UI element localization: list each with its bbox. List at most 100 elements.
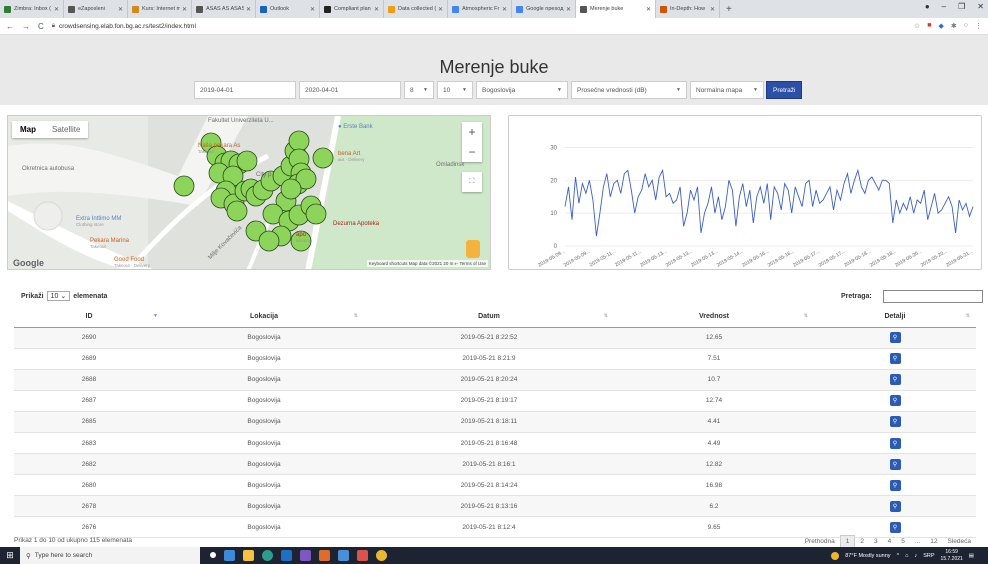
extension-red-icon[interactable]: ■ bbox=[927, 22, 931, 30]
word-icon[interactable] bbox=[281, 550, 292, 561]
details-search-icon[interactable]: ⚲ bbox=[889, 374, 901, 386]
browser-tab[interactable]: Outlook ✕ bbox=[256, 0, 320, 18]
details-search-icon[interactable]: ⚲ bbox=[889, 332, 901, 344]
hour-to-select[interactable]: 10 ▼ bbox=[437, 81, 473, 99]
noise-marker[interactable] bbox=[280, 178, 302, 200]
tab-close-icon[interactable]: ✕ bbox=[246, 6, 251, 13]
tab-close-icon[interactable]: ✕ bbox=[182, 6, 187, 13]
windows-start-icon[interactable]: ⊞ bbox=[0, 547, 20, 564]
tab-close-icon[interactable]: ✕ bbox=[646, 6, 651, 13]
column-header[interactable]: Lokacija ⇅ bbox=[164, 307, 364, 328]
map-type-satellite-button[interactable]: Satellite bbox=[44, 121, 88, 138]
browser-tab[interactable]: Zimbra: Inbox (✕ bbox=[0, 0, 64, 18]
map-label-apo[interactable]: apo armacy bbox=[296, 232, 311, 243]
details-search-icon[interactable]: ⚲ bbox=[889, 479, 901, 491]
date-from-input[interactable]: 2019-04-01 bbox=[194, 81, 296, 99]
column-header[interactable]: Detalji ⇅ bbox=[814, 307, 976, 328]
widgets-icon[interactable] bbox=[224, 550, 235, 561]
reload-icon[interactable]: C bbox=[38, 22, 44, 31]
column-header[interactable]: ID ▼ bbox=[14, 307, 164, 328]
network-icon[interactable]: ⌂ bbox=[905, 553, 908, 559]
noise-marker[interactable] bbox=[173, 175, 195, 197]
map-type-select[interactable]: Normalna mapa ▼ bbox=[690, 81, 764, 99]
chrome-icon[interactable] bbox=[376, 550, 387, 561]
close-window-icon[interactable]: ✕ bbox=[977, 2, 984, 11]
browser-tab[interactable]: Kurs: Internet m ✕ bbox=[128, 0, 192, 18]
location-select[interactable]: Bogoslovija ▼ bbox=[476, 81, 568, 99]
app-orange-icon[interactable] bbox=[319, 550, 330, 561]
account-icon[interactable]: ○ bbox=[964, 22, 968, 30]
details-search-icon[interactable]: ⚲ bbox=[889, 437, 901, 449]
map-label-erste[interactable]: ● Erste Bank bbox=[338, 124, 373, 130]
noise-marker[interactable] bbox=[226, 200, 248, 222]
profile-icon[interactable]: ● bbox=[925, 2, 930, 11]
minimize-icon[interactable]: – bbox=[942, 2, 946, 11]
pager-next[interactable]: Sledeća bbox=[943, 536, 977, 547]
map-label-pekara-marina[interactable]: Pekara Marina Takeout bbox=[90, 238, 129, 249]
map-label-extra[interactable]: Extra Inttimo MM Clothing store bbox=[76, 216, 121, 227]
zoom-out-button[interactable]: − bbox=[462, 142, 482, 162]
browser-tab[interactable]: Data collected (✕ bbox=[384, 0, 448, 18]
tab-close-icon[interactable]: ✕ bbox=[374, 6, 379, 13]
details-search-icon[interactable]: ⚲ bbox=[889, 353, 901, 365]
table-search-input[interactable] bbox=[883, 290, 983, 303]
weather-text[interactable]: 87°F Mostly sunny bbox=[845, 553, 890, 559]
noise-markers-layer[interactable] bbox=[8, 116, 491, 270]
browser-tab[interactable]: In-Depth: How ✕ bbox=[656, 0, 720, 18]
column-header[interactable]: Vrednost ⇅ bbox=[614, 307, 814, 328]
noise-marker[interactable] bbox=[258, 230, 280, 252]
puzzle-icon[interactable]: ✱ bbox=[951, 22, 957, 30]
back-icon[interactable]: ← bbox=[6, 22, 14, 31]
lock-icon[interactable]: 🔒︎ bbox=[52, 23, 55, 30]
tab-close-icon[interactable]: ✕ bbox=[502, 6, 507, 13]
map-label-okretnica[interactable]: Okretnica autobusa bbox=[22, 166, 74, 172]
app-red-icon[interactable] bbox=[357, 550, 368, 561]
date-to-input[interactable]: 2020-04-01 bbox=[299, 81, 401, 99]
metric-select[interactable]: Prosečne vrednosti (dB) ▼ bbox=[571, 81, 687, 99]
hour-from-select[interactable]: 8 ▼ bbox=[404, 81, 434, 99]
tray-chevron-icon[interactable]: ^ bbox=[897, 553, 900, 559]
details-search-icon[interactable]: ⚲ bbox=[889, 521, 901, 533]
details-search-icon[interactable]: ⚲ bbox=[889, 458, 901, 470]
zoom-in-button[interactable]: + bbox=[462, 122, 482, 142]
clock[interactable]: 16:59 15.7.2021 bbox=[941, 549, 963, 562]
pager-page[interactable]: 2 bbox=[855, 536, 869, 547]
browser-tab[interactable]: ASAS AS ASAS ✕ bbox=[192, 0, 256, 18]
pager-page[interactable]: 5 bbox=[896, 536, 910, 547]
google-logo[interactable]: Google bbox=[13, 258, 44, 268]
fullscreen-icon[interactable]: ⛶ bbox=[462, 172, 482, 192]
language-indicator[interactable]: SRP bbox=[923, 553, 934, 559]
teams-icon[interactable] bbox=[300, 550, 311, 561]
column-header[interactable]: Datum ⇅ bbox=[364, 307, 614, 328]
map-label-bena-art[interactable]: bena Art aut · Delivery bbox=[338, 151, 365, 162]
extension-blue-icon[interactable]: ◆ bbox=[939, 22, 944, 30]
url-text[interactable]: crowdsensing.elab.fon.bg.ac.rs/test2/ind… bbox=[59, 23, 196, 30]
noise-marker[interactable] bbox=[236, 150, 258, 172]
volume-icon[interactable]: ♪ bbox=[914, 553, 917, 559]
menu-icon[interactable]: ⋮ bbox=[975, 22, 982, 30]
tab-close-icon[interactable]: ✕ bbox=[710, 6, 715, 13]
map-label-omladinsk[interactable]: Omladinsk bbox=[436, 162, 464, 168]
maximize-icon[interactable]: ❐ bbox=[958, 2, 965, 11]
details-search-icon[interactable]: ⚲ bbox=[889, 416, 901, 428]
map-label-fakultet[interactable]: Fakultet Univerziteta U... bbox=[208, 118, 274, 124]
task-view-icon[interactable] bbox=[210, 552, 216, 558]
tab-close-icon[interactable]: ✕ bbox=[566, 6, 571, 13]
weather-icon[interactable] bbox=[831, 551, 840, 560]
browser-tab[interactable]: Google npesoд ✕ bbox=[512, 0, 576, 18]
edge-icon[interactable] bbox=[262, 550, 273, 561]
map-label-good-food[interactable]: Good Food Takeout · Delivery bbox=[114, 257, 150, 268]
map-label-dezurna[interactable]: Dezurna Apoteka bbox=[333, 221, 379, 227]
browser-tab[interactable]: Compliant plan ✕ bbox=[320, 0, 384, 18]
new-tab-button[interactable]: + bbox=[726, 4, 732, 15]
noise-marker[interactable] bbox=[288, 130, 310, 152]
details-search-icon[interactable]: ⚲ bbox=[889, 395, 901, 407]
tab-close-icon[interactable]: ✕ bbox=[118, 6, 123, 13]
details-search-icon[interactable]: ⚲ bbox=[889, 500, 901, 512]
tab-close-icon[interactable]: ✕ bbox=[438, 6, 443, 13]
pager-page[interactable]: 12 bbox=[925, 536, 942, 547]
browser-tab[interactable]: Atmospheric Fr ✕ bbox=[448, 0, 512, 18]
star-icon[interactable]: ☆ bbox=[914, 22, 920, 30]
noise-marker[interactable] bbox=[305, 203, 327, 225]
forward-icon[interactable]: → bbox=[22, 22, 30, 31]
